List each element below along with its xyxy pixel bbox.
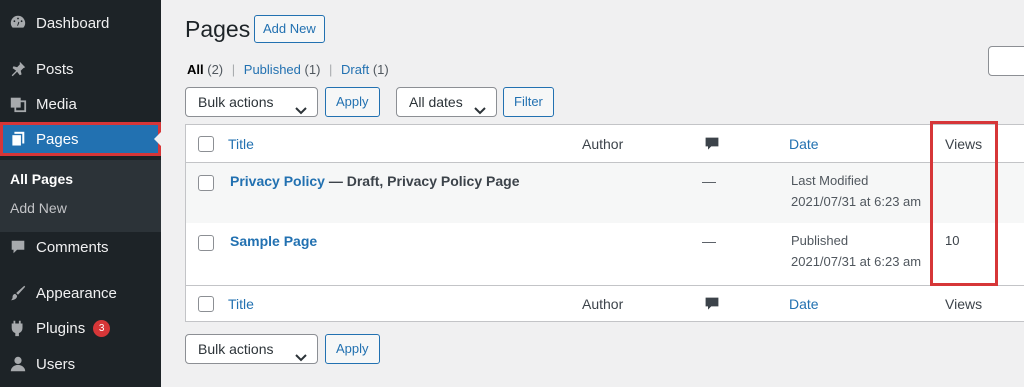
sidebar-item-label: Comments [36, 238, 109, 256]
column-title-sort[interactable]: Title [228, 296, 254, 312]
select-all-checkbox[interactable] [198, 136, 214, 152]
bulk-actions-value: Bulk actions [198, 341, 274, 357]
table-row: Privacy Policy — Draft, Privacy Policy P… [186, 163, 1024, 223]
apply-button-bottom[interactable]: Apply [325, 334, 380, 364]
comment-icon[interactable] [704, 296, 720, 315]
row-comments: — [702, 233, 716, 249]
view-draft-link[interactable]: Draft [341, 62, 369, 77]
row-checkbox[interactable] [198, 175, 214, 191]
row-date-status: Last Modified [791, 173, 869, 188]
view-separator: | [231, 62, 236, 77]
sidebar-item-dashboard[interactable]: Dashboard [0, 6, 161, 40]
sidebar-item-label: Pages [36, 130, 79, 148]
chevron-down-icon [474, 97, 486, 125]
apply-button[interactable]: Apply [325, 87, 380, 117]
brush-icon [8, 283, 28, 303]
row-title-cell: Privacy Policy — Draft, Privacy Policy P… [230, 173, 519, 189]
column-date-sort[interactable]: Date [789, 136, 819, 152]
sidebar-item-comments[interactable]: Comments [0, 230, 161, 264]
row-date-status: Published [791, 233, 849, 248]
sidebar-item-label: Posts [36, 60, 74, 78]
date-filter-value: All dates [409, 94, 463, 110]
user-icon [8, 354, 28, 374]
chevron-down-icon [295, 97, 307, 125]
sidebar-item-appearance[interactable]: Appearance [0, 276, 161, 310]
views-column-highlight [930, 121, 998, 286]
admin-sidebar: Dashboard Posts Media Pages All Pages Ad… [0, 0, 161, 387]
bulk-actions-select[interactable]: Bulk actions [185, 87, 318, 117]
sidebar-item-users[interactable]: Users [0, 347, 161, 381]
column-author: Author [582, 136, 624, 152]
dashboard-icon [8, 13, 28, 33]
sidebar-item-label: Media [36, 95, 77, 113]
view-all-link[interactable]: All [187, 62, 204, 77]
column-date-sort[interactable]: Date [789, 296, 819, 312]
row-title-link[interactable]: Privacy Policy [230, 173, 325, 189]
filter-button[interactable]: Filter [503, 87, 554, 117]
chevron-down-icon [295, 344, 307, 372]
sidebar-item-label: Users [36, 355, 76, 373]
page-title: Pages [185, 16, 251, 42]
row-title-cell: Sample Page [230, 233, 317, 249]
bulk-actions-select-bottom[interactable]: Bulk actions [185, 334, 318, 364]
row-date: 2021/07/31 at 6:23 am [791, 194, 922, 209]
view-published-count: (1) [304, 62, 321, 77]
row-title-link[interactable]: Sample Page [230, 233, 317, 249]
row-checkbox[interactable] [198, 235, 214, 251]
pin-icon [8, 59, 28, 79]
select-all-checkbox[interactable] [198, 296, 214, 312]
sidebar-item-media[interactable]: Media [0, 87, 161, 121]
media-icon [8, 94, 28, 114]
row-comments: — [702, 173, 716, 189]
main-content: Pages Add New All (2) | Published (1) | … [161, 0, 1024, 387]
date-filter-select[interactable]: All dates [396, 87, 497, 117]
sidebar-item-label: Plugins [36, 319, 86, 337]
search-input[interactable] [988, 46, 1024, 76]
column-title-sort[interactable]: Title [228, 136, 254, 152]
view-published-link[interactable]: Published [244, 62, 301, 77]
sidebar-item-posts[interactable]: Posts [0, 52, 161, 86]
column-author: Author [582, 296, 624, 312]
pages-submenu: All Pages Add New [0, 160, 161, 232]
column-views: Views [945, 296, 983, 312]
sidebar-item-pages[interactable]: Pages [0, 122, 161, 156]
view-separator: | [329, 62, 333, 77]
comment-icon [8, 237, 28, 257]
bulk-actions-value: Bulk actions [198, 94, 274, 110]
table-header: Title Author Date Views [186, 125, 1024, 163]
view-all-count: (2) [207, 62, 224, 77]
sidebar-item-label: Dashboard [36, 14, 110, 32]
table-row: Sample Page — Published 2021/07/31 at 6:… [186, 223, 1024, 285]
row-date: 2021/07/31 at 6:23 am [791, 254, 922, 269]
pages-icon [8, 129, 28, 149]
view-filters: All (2) | Published (1) | Draft (1) [187, 62, 389, 77]
comment-icon[interactable] [704, 136, 720, 155]
update-count-badge: 3 [93, 319, 111, 337]
sidebar-item-plugins[interactable]: Plugins 3 [0, 311, 161, 345]
submenu-all-pages[interactable]: All Pages [10, 171, 73, 187]
sidebar-item-label: Appearance [36, 284, 117, 302]
add-new-button[interactable]: Add New [254, 15, 325, 43]
plug-icon [8, 318, 28, 338]
table-footer: Title Author Date Views [186, 285, 1024, 322]
view-draft-count: (1) [372, 62, 389, 77]
submenu-add-new[interactable]: Add New [10, 200, 67, 216]
pages-table: Title Author Date Views Privacy Policy —… [185, 124, 1024, 322]
row-post-state: — Draft, Privacy Policy Page [324, 173, 520, 189]
